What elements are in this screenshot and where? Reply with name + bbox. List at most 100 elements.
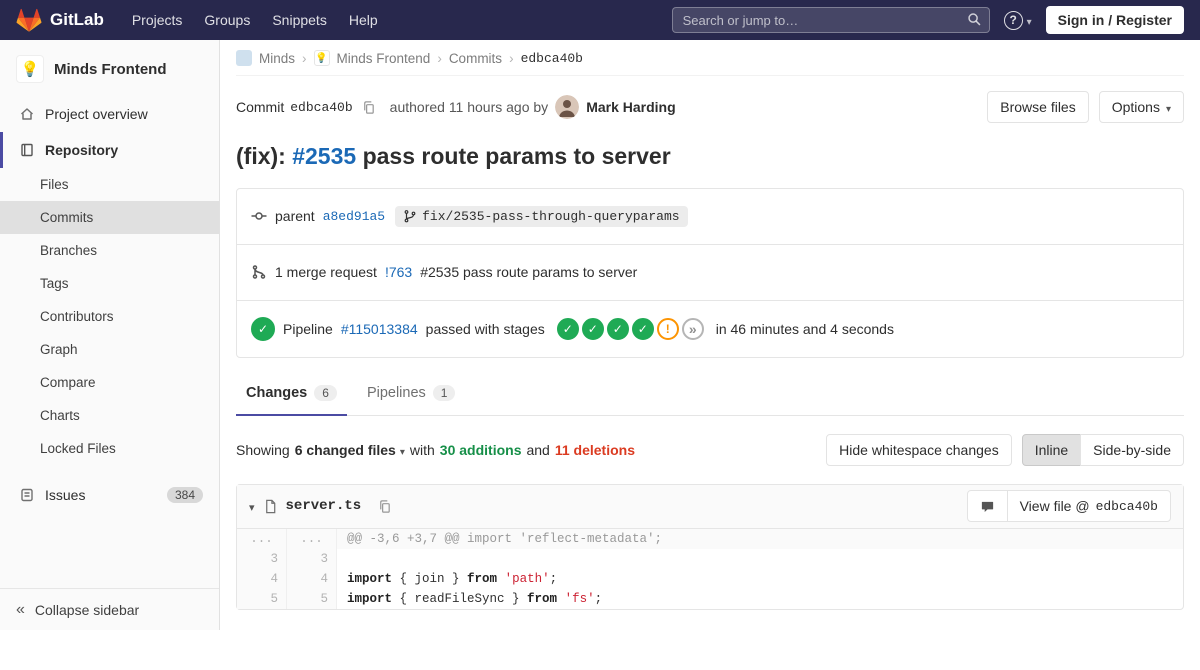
diff-file-name: server.ts	[286, 498, 362, 514]
new-line-number[interactable]: 5	[287, 589, 337, 609]
tab-changes[interactable]: Changes 6	[236, 372, 347, 416]
sidebar-subitem-compare[interactable]: Compare	[0, 366, 219, 399]
tanuki-icon	[16, 8, 42, 33]
branch-name: fix/2535-pass-through-queryparams	[422, 209, 679, 224]
sidebar-subitem-files[interactable]: Files	[0, 168, 219, 201]
new-line-number[interactable]: 3	[287, 549, 337, 569]
sidebar-subitem-tags[interactable]: Tags	[0, 267, 219, 300]
code-line: import { join } from 'path';	[337, 569, 1183, 589]
branch-ref-pill[interactable]: fix/2535-pass-through-queryparams	[395, 206, 687, 227]
view-file-button[interactable]: View file @ edbca40b	[1007, 490, 1171, 522]
pipelines-count-badge: 1	[433, 385, 456, 401]
search-icon[interactable]	[967, 12, 982, 27]
changes-count-badge: 6	[314, 385, 337, 401]
breadcrumb-commits-link[interactable]: Commits	[449, 51, 502, 66]
copy-sha-button[interactable]	[361, 100, 376, 115]
title-prefix: (fix):	[236, 143, 292, 169]
parent-sha-link[interactable]: a8ed91a5	[323, 209, 385, 224]
showing-label: Showing	[236, 442, 290, 458]
merge-icon	[251, 264, 267, 280]
sidebar-item-label: Project overview	[45, 106, 148, 122]
pipeline-mini-graph	[557, 318, 704, 340]
signin-button[interactable]: Sign in / Register	[1046, 6, 1184, 34]
project-avatar-small: 💡	[314, 50, 330, 66]
pipeline-status-text: passed with stages	[426, 321, 545, 337]
changed-files-label: 6 changed files	[295, 442, 396, 458]
help-dropdown[interactable]	[1004, 11, 1032, 30]
sidebar-item-issues[interactable]: Issues 384	[0, 477, 219, 513]
parent-label: parent	[275, 208, 315, 224]
browse-files-button[interactable]: Browse files	[987, 91, 1088, 123]
sidebar-subitem-contributors[interactable]: Contributors	[0, 300, 219, 333]
search-input[interactable]	[672, 7, 990, 33]
chevron-down-icon	[400, 442, 405, 458]
breadcrumb: Minds 💡 Minds Frontend Commits edbca40b	[236, 40, 1184, 76]
breadcrumb-separator	[302, 51, 307, 66]
breadcrumb-separator	[509, 51, 514, 66]
old-line-number[interactable]: 4	[237, 569, 287, 589]
collapse-label: Collapse sidebar	[35, 602, 139, 618]
old-line-number[interactable]: 3	[237, 549, 287, 569]
merge-request-link[interactable]: !763	[385, 264, 412, 280]
collapse-sidebar-button[interactable]: Collapse sidebar	[0, 588, 219, 630]
stage-success-icon[interactable]	[557, 318, 579, 340]
sidebar-subitem-charts[interactable]: Charts	[0, 399, 219, 432]
commit-author-link[interactable]: Mark Harding	[586, 99, 675, 115]
inline-view-button[interactable]: Inline	[1022, 434, 1081, 466]
global-search	[672, 7, 990, 33]
issues-icon	[19, 487, 35, 503]
main-content: Minds 💡 Minds Frontend Commits edbca40b …	[220, 40, 1200, 610]
sidebar-item-project-overview[interactable]: Project overview	[0, 96, 219, 132]
merge-request-row: 1 merge request !763 #2535 pass route pa…	[237, 245, 1183, 301]
sidebar-item-label: Repository	[45, 142, 118, 158]
issue-link[interactable]: #2535	[292, 143, 356, 169]
stage-success-icon[interactable]	[582, 318, 604, 340]
sidebar-subitem-branches[interactable]: Branches	[0, 234, 219, 267]
chevron-down-icon	[1166, 99, 1171, 115]
tab-label: Pipelines	[367, 385, 426, 401]
stage-skipped-icon[interactable]	[682, 318, 704, 340]
changed-files-dropdown[interactable]: 6 changed files	[295, 442, 405, 458]
sidebar-subitem-locked-files[interactable]: Locked Files	[0, 432, 219, 465]
nav-item-projects[interactable]: Projects	[132, 12, 183, 28]
tab-pipelines[interactable]: Pipelines 1	[357, 372, 466, 416]
stage-warning-icon[interactable]	[657, 318, 679, 340]
collapse-diff-button[interactable]	[249, 498, 255, 514]
nav-item-help[interactable]: Help	[349, 12, 378, 28]
title-rest: pass route params to server	[356, 143, 670, 169]
new-line-number[interactable]: 4	[287, 569, 337, 589]
hunk-header-line: @@ -3,6 +3,7 @@ import 'reflect-metadata…	[337, 529, 1183, 549]
and-label: and	[526, 442, 549, 458]
copy-filename-button[interactable]	[377, 499, 392, 514]
options-button[interactable]: Options	[1099, 91, 1184, 123]
merge-request-title: #2535 pass route params to server	[420, 264, 637, 280]
breadcrumb-group-link[interactable]: Minds	[259, 51, 295, 66]
gitlab-logo[interactable]: GitLab	[16, 8, 104, 33]
deletions-count: 11 deletions	[555, 442, 635, 458]
sidebar-subitem-commits[interactable]: Commits	[0, 201, 219, 234]
hide-whitespace-button[interactable]: Hide whitespace changes	[826, 434, 1012, 466]
nav-item-snippets[interactable]: Snippets	[272, 12, 326, 28]
sidebar-item-repository[interactable]: Repository	[0, 132, 219, 168]
stage-success-icon[interactable]	[632, 318, 654, 340]
old-line-number: ...	[237, 529, 287, 549]
sidebar-subitem-graph[interactable]: Graph	[0, 333, 219, 366]
side-by-side-view-button[interactable]: Side-by-side	[1080, 434, 1184, 466]
project-header[interactable]: 💡 Minds Frontend	[0, 40, 219, 96]
pipeline-link[interactable]: #115013384	[341, 321, 418, 337]
question-icon	[1004, 11, 1023, 30]
breadcrumb-project-link[interactable]: Minds Frontend	[337, 51, 431, 66]
toggle-comments-button[interactable]	[967, 490, 1008, 522]
commit-authored-text: authored 11 hours ago by	[390, 99, 549, 115]
pipeline-duration: in 46 minutes and 4 seconds	[716, 321, 894, 337]
old-line-number[interactable]: 5	[237, 589, 287, 609]
nav-item-groups[interactable]: Groups	[204, 12, 250, 28]
stage-success-icon[interactable]	[607, 318, 629, 340]
file-icon	[263, 499, 278, 514]
view-file-sha: edbca40b	[1096, 499, 1158, 514]
person-icon	[555, 95, 579, 119]
commit-sha: edbca40b	[290, 100, 352, 115]
sidebar-item-label: Issues	[45, 487, 85, 503]
copy-icon	[377, 499, 392, 514]
commit-icon	[251, 208, 267, 224]
